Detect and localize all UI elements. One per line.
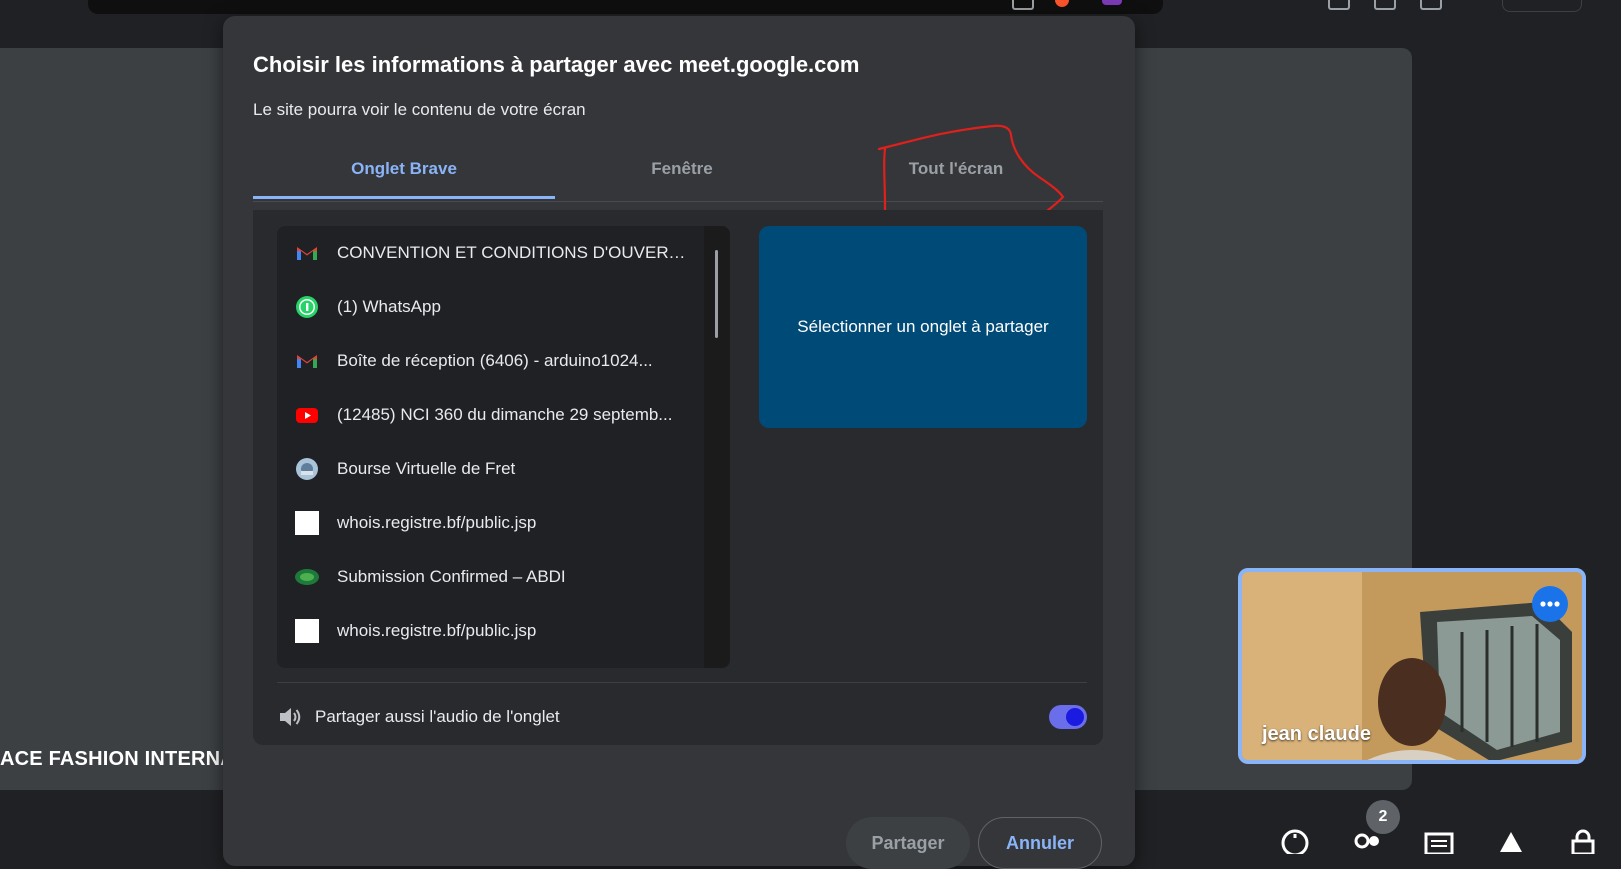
self-view-tile[interactable]: jean claude	[1238, 568, 1586, 764]
whatsapp-icon	[296, 296, 318, 318]
list-item[interactable]: whois.registre.bf/public.jsp	[277, 604, 704, 658]
host-controls-icon[interactable]	[1568, 828, 1598, 854]
list-item[interactable]: CONVENTION ET CONDITIONS D'OUVERT...	[277, 226, 704, 280]
gmail-icon	[297, 355, 317, 368]
more-options-button[interactable]	[1532, 586, 1568, 622]
info-icon[interactable]	[1280, 828, 1310, 854]
tab-list[interactable]: CONVENTION ET CONDITIONS D'OUVERT... (1)…	[277, 226, 704, 668]
self-view-name: jean claude	[1262, 723, 1371, 745]
presenter-name: ACE FASHION INTERNA	[0, 748, 235, 770]
list-item[interactable]: (12485) NCI 360 du dimanche 29 septemb..…	[277, 388, 704, 442]
site-logo-icon	[295, 569, 319, 585]
list-item[interactable]: Bourse Virtuelle de Fret	[277, 442, 704, 496]
share-audio-row: Partager aussi l'audio de l'onglet	[277, 698, 1087, 736]
blank-page-icon	[295, 511, 319, 535]
tab-picker-panel: CONVENTION ET CONDITIONS D'OUVERT... (1)…	[253, 210, 1103, 745]
more-dots-icon	[1540, 601, 1560, 607]
cancel-button[interactable]: Annuler	[978, 817, 1102, 869]
profile-menu[interactable]	[1502, 0, 1582, 12]
activities-icon[interactable]	[1496, 828, 1526, 854]
tab-title: whois.registre.bf/public.jsp	[337, 513, 537, 532]
bookmark-icon[interactable]	[1012, 0, 1034, 10]
screen-share-dialog: Choisir les informations à partager avec…	[223, 16, 1135, 869]
scrollbar-thumb[interactable]	[715, 250, 718, 338]
share-audio-label: Partager aussi l'audio de l'onglet	[315, 707, 560, 726]
tab-title: whois.registre.bf/public.jsp	[337, 621, 537, 640]
dialog-title: Choisir les informations à partager avec…	[253, 52, 860, 77]
tab-title: (1) WhatsApp	[337, 297, 441, 316]
tab-window[interactable]: Fenêtre	[555, 151, 809, 199]
extensions-icon[interactable]	[1328, 0, 1350, 10]
tab-brave-tab[interactable]: Onglet Brave	[253, 151, 555, 199]
participants-count-badge: 2	[1366, 800, 1400, 834]
dialog-subtitle: Le site pourra voir le contenu de votre …	[253, 100, 586, 119]
list-item[interactable]: Submission Confirmed – ABDI	[277, 550, 704, 604]
share-button[interactable]: Partager	[846, 817, 970, 869]
wallet-icon[interactable]	[1420, 0, 1442, 10]
extension-icon[interactable]	[1102, 0, 1122, 5]
speaker-icon	[280, 708, 301, 726]
list-item[interactable]: (1) WhatsApp	[277, 280, 704, 334]
toggle-knob	[1066, 708, 1084, 726]
sidebar-icon[interactable]	[1374, 0, 1396, 10]
list-item[interactable]: whois.registre.bf/public.jsp	[277, 496, 704, 550]
globe-icon	[296, 458, 318, 480]
share-preview: Sélectionner un onglet à partager	[759, 226, 1087, 428]
tab-title: CONVENTION ET CONDITIONS D'OUVERT...	[337, 243, 687, 262]
tab-title: (12485) NCI 360 du dimanche 29 septemb..…	[337, 405, 673, 424]
preview-text: Sélectionner un onglet à partager	[797, 317, 1049, 336]
tab-list-scrollbar[interactable]	[704, 226, 730, 668]
gmail-icon	[297, 247, 317, 260]
tab-title: Boîte de réception (6406) - arduino1024.…	[337, 351, 653, 370]
address-bar[interactable]	[88, 0, 1163, 14]
blank-page-icon	[295, 619, 319, 643]
share-audio-toggle[interactable]	[1049, 705, 1087, 729]
tab-title: Bourse Virtuelle de Fret	[337, 459, 516, 478]
divider	[277, 682, 1087, 683]
tab-title: Submission Confirmed – ABDI	[337, 567, 566, 586]
list-item[interactable]: Boîte de réception (6406) - arduino1024.…	[277, 334, 704, 388]
chat-icon[interactable]	[1424, 828, 1454, 854]
youtube-icon	[296, 408, 318, 423]
